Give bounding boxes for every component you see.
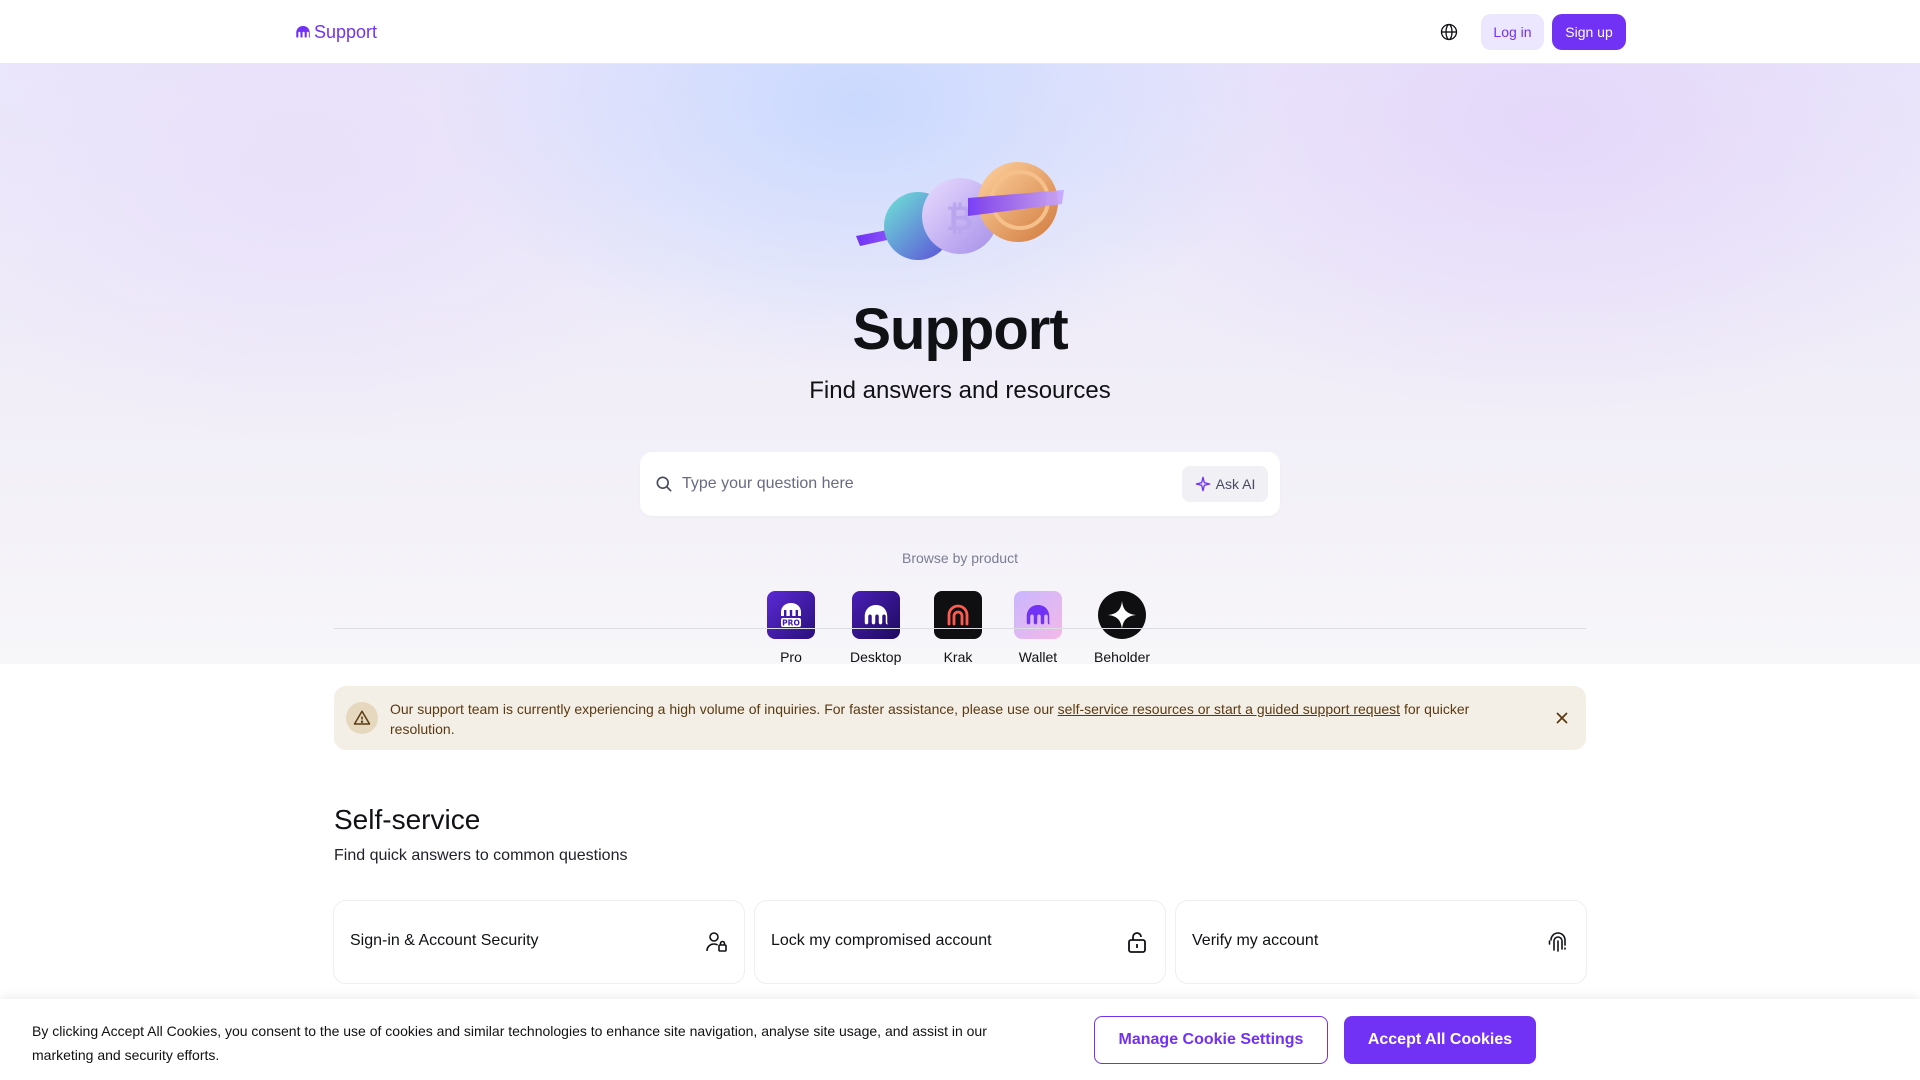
ask-ai-label: Ask AI (1215, 476, 1256, 492)
krak-icon (934, 591, 982, 639)
kraken-wallet-icon (1014, 591, 1062, 639)
notice-text: Our support team is currently experienci… (390, 699, 1530, 739)
product-label: Krak (943, 649, 973, 665)
notice-text-before: Our support team is currently experienci… (390, 701, 1058, 717)
beholder-icon (1098, 591, 1147, 639)
card-title: Verify my account (1192, 932, 1319, 949)
logo-text: Support (314, 21, 378, 42)
kraken-pro-icon: PRO (767, 591, 815, 639)
coins-illustration: ₿ (856, 162, 1064, 260)
card-lock-account[interactable]: Lock my compromised account (755, 901, 1165, 983)
self-service-title: Self-service (334, 804, 481, 835)
manage-cookie-settings-button[interactable]: Manage Cookie Settings (1094, 1016, 1328, 1064)
sparkle-icon (1195, 476, 1210, 492)
browse-by-product-label: Browse by product (902, 550, 1018, 566)
svg-text:PRO: PRO (782, 619, 800, 628)
self-service-link[interactable]: self-service resources or start a guided… (1058, 701, 1400, 717)
unlock-icon (1128, 932, 1146, 953)
support-logo[interactable]: Support (294, 20, 377, 44)
card-sign-in-security[interactable]: Sign-in & Account Security (334, 901, 744, 983)
search-input[interactable] (682, 466, 1162, 502)
cookie-text: By clicking Accept All Cookies, you cons… (32, 1023, 987, 1063)
hero-section: ₿ Support Find answers and resources Ask… (0, 64, 1920, 665)
high-volume-notice: Our support team is currently experienci… (334, 686, 1586, 750)
fingerprint-icon (1548, 932, 1566, 952)
cookie-consent-bar: By clicking Accept All Cookies, you cons… (0, 999, 1920, 1080)
product-label: Wallet (1018, 649, 1058, 665)
user-lock-icon (706, 932, 727, 952)
product-label: Desktop (850, 649, 902, 665)
search-bar: Ask AI (640, 452, 1280, 516)
kraken-logo-icon (296, 26, 311, 38)
ask-ai-button[interactable]: Ask AI (1182, 466, 1268, 502)
language-globe-icon[interactable] (1437, 20, 1461, 44)
section-divider (334, 628, 1586, 629)
kraken-desktop-icon (851, 591, 900, 639)
search-icon (656, 476, 672, 492)
product-label: Beholder (1094, 649, 1151, 665)
top-navigation: Support Log in Sign up (0, 0, 1920, 64)
product-label: Pro (780, 649, 802, 665)
card-title: Lock my compromised account (771, 932, 992, 949)
card-title: Sign-in & Account Security (350, 932, 539, 949)
close-icon[interactable] (1554, 710, 1570, 726)
warning-icon (346, 702, 378, 734)
page-subtitle: Find answers and resources (809, 377, 1111, 404)
signup-button[interactable]: Sign up (1552, 14, 1626, 50)
accept-all-cookies-button[interactable]: Accept All Cookies (1344, 1016, 1536, 1064)
login-button[interactable]: Log in (1481, 14, 1544, 50)
page-title: Support (852, 297, 1068, 362)
card-verify-account[interactable]: Verify my account (1176, 901, 1586, 983)
self-service-subtitle: Find quick answers to common questions (334, 847, 628, 864)
